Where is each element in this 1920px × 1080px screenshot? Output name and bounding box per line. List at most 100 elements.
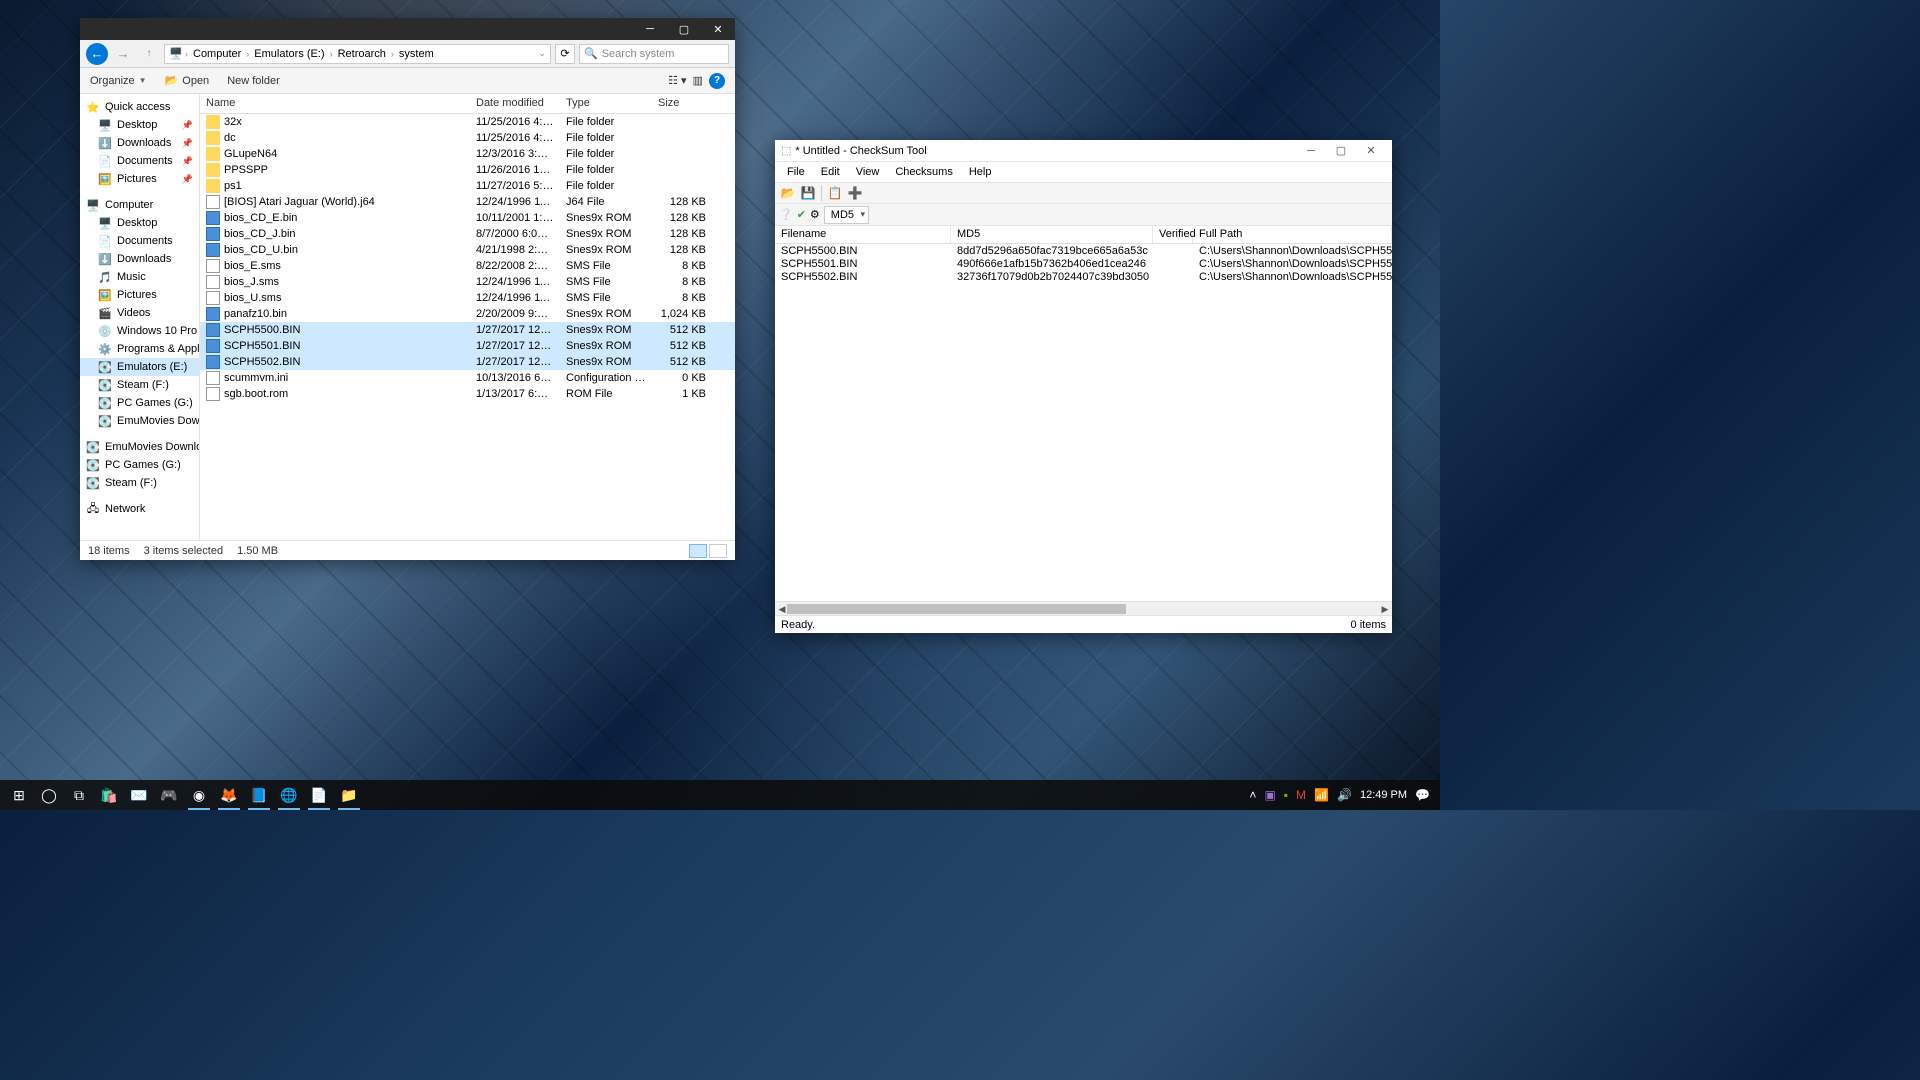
scroll-right-icon[interactable]: ▶ (1378, 602, 1392, 616)
file-row[interactable]: bios_J.sms12/24/1996 11:32 ...SMS File8 … (200, 274, 735, 290)
nav-item[interactable]: 🖥️Computer (80, 196, 199, 214)
nav-item[interactable]: 💽EmuMovies Downlo (80, 412, 199, 430)
maximize-button[interactable]: ▢ (1326, 141, 1356, 161)
close-button[interactable]: ✕ (1356, 141, 1386, 161)
cortana-button[interactable]: ◯ (34, 780, 64, 810)
nav-item[interactable]: 💽EmuMovies Downloa (80, 438, 199, 456)
forward-button[interactable]: → (112, 43, 134, 65)
checksum-row[interactable]: SCPH5500.BIN8dd7d5296a650fac7319bce665a6… (775, 244, 1392, 257)
back-button[interactable]: ← (86, 43, 108, 65)
file-row[interactable]: ps111/27/2016 5:45 PMFile folder (200, 178, 735, 194)
scroll-thumb[interactable] (787, 604, 1126, 614)
explorer-titlebar[interactable]: ─ ▢ ✕ (80, 18, 735, 40)
file-row[interactable]: GLupeN6412/3/2016 3:00 AMFile folder (200, 146, 735, 162)
tray-nvidia-icon[interactable]: ▪ (1284, 788, 1288, 802)
steam-icon[interactable]: ◉ (184, 780, 214, 810)
checksum-list[interactable]: Filename MD5 Verified Full Path SCPH5500… (775, 226, 1392, 601)
nav-item[interactable]: 🖥️Desktop📌 (80, 116, 199, 134)
notifications-icon[interactable]: 💬 (1415, 788, 1430, 802)
open-icon[interactable]: 📂 (779, 184, 797, 202)
chrome-icon[interactable]: 🌐 (274, 780, 304, 810)
breadcrumb-seg[interactable]: Emulators (E:) (251, 48, 327, 60)
check-icon[interactable]: ✔ (797, 208, 806, 221)
tray-chevron-icon[interactable]: ˄ (1249, 788, 1256, 802)
tray-gmail-icon[interactable]: M (1296, 788, 1306, 802)
help-button[interactable]: ? (709, 73, 725, 89)
save-icon[interactable]: 💾 (799, 184, 817, 202)
xbox-icon[interactable]: 🎮 (154, 780, 184, 810)
file-row[interactable]: bios_E.sms8/22/2008 2:30 AMSMS File8 KB (200, 258, 735, 274)
file-row[interactable]: bios_CD_E.bin10/11/2001 1:22 PMSnes9x RO… (200, 210, 735, 226)
breadcrumb-seg[interactable]: Computer (190, 48, 244, 60)
question-icon[interactable]: ❔ (779, 208, 793, 221)
col-verified[interactable]: Verified (1153, 226, 1193, 243)
nav-item[interactable]: 💽PC Games (G:) (80, 456, 199, 474)
nav-item[interactable]: 💿Windows 10 Pro 64- (80, 322, 199, 340)
file-row[interactable]: bios_U.sms12/24/1996 11:32 ...SMS File8 … (200, 290, 735, 306)
hash-select[interactable]: MD5 (824, 206, 869, 224)
organize-menu[interactable]: Organize ▼ (90, 75, 147, 87)
nav-item[interactable]: ⭐Quick access (80, 98, 199, 116)
gear-icon[interactable]: ⚙ (810, 208, 820, 221)
menu-edit[interactable]: Edit (813, 164, 848, 180)
firefox-icon[interactable]: 🦊 (214, 780, 244, 810)
nav-item[interactable]: 🖼️Pictures📌 (80, 170, 199, 188)
search-input[interactable]: 🔍Search system (579, 44, 729, 64)
nav-item[interactable]: 💽PC Games (G:) (80, 394, 199, 412)
new-folder-button[interactable]: New folder (227, 75, 280, 87)
preview-icon[interactable]: ▥ (693, 74, 703, 87)
minimize-button[interactable]: ─ (633, 18, 667, 40)
nav-item[interactable]: ⬇️Downloads📌 (80, 134, 199, 152)
open-button[interactable]: 📂Open (165, 74, 210, 87)
file-row[interactable]: SCPH5501.BIN1/27/2017 12:39 PMSnes9x ROM… (200, 338, 735, 354)
col-type[interactable]: Type (560, 94, 652, 113)
checksum-row[interactable]: SCPH5501.BIN490f666e1afb15b7362b406ed1ce… (775, 257, 1392, 270)
breadcrumb-seg[interactable]: Retroarch (335, 48, 389, 60)
nav-item[interactable]: ⚙️Programs & Applica (80, 340, 199, 358)
copy-icon[interactable]: 📋 (826, 184, 844, 202)
menu-checksums[interactable]: Checksums (887, 164, 960, 180)
file-row[interactable]: 32x11/25/2016 4:38 PMFile folder (200, 114, 735, 130)
taskbar[interactable]: ⊞ ◯ ⧉ 🛍️ ✉️ 🎮 ◉ 🦊 📘 🌐 📄 📁 ˄ ▣ ▪ M 📶 🔊 12… (0, 780, 1440, 810)
nav-item[interactable]: 📄Documents📌 (80, 152, 199, 170)
icons-view-button[interactable] (709, 544, 727, 558)
menu-file[interactable]: File (779, 164, 813, 180)
view-icon[interactable]: ☷ ▾ (668, 74, 686, 87)
col-md5[interactable]: MD5 (951, 226, 1153, 243)
nav-item[interactable]: 💽Emulators (E:) (80, 358, 199, 376)
nav-item[interactable]: 🖼️Pictures (80, 286, 199, 304)
checksum-columns[interactable]: Filename MD5 Verified Full Path (775, 226, 1392, 244)
menu-help[interactable]: Help (961, 164, 1000, 180)
file-row[interactable]: sgb.boot.rom1/13/2017 6:54 PMROM File1 K… (200, 386, 735, 402)
file-row[interactable]: SCPH5502.BIN1/27/2017 12:39 PMSnes9x ROM… (200, 354, 735, 370)
nav-item[interactable]: ⬇️Downloads (80, 250, 199, 268)
start-button[interactable]: ⊞ (4, 780, 34, 810)
nav-item[interactable]: 🎬Videos (80, 304, 199, 322)
file-row[interactable]: bios_CD_J.bin8/7/2000 6:06 PMSnes9x ROM1… (200, 226, 735, 242)
system-tray[interactable]: ˄ ▣ ▪ M 📶 🔊 12:49 PM 💬 (1249, 788, 1436, 802)
tray-volume-icon[interactable]: 🔊 (1337, 788, 1352, 802)
tray-app-icon[interactable]: ▣ (1264, 788, 1275, 802)
add-icon[interactable]: ➕ (846, 184, 864, 202)
explorer-taskbar-icon[interactable]: 📁 (334, 780, 364, 810)
task-view-button[interactable]: ⧉ (64, 780, 94, 810)
file-row[interactable]: SCPH5500.BIN1/27/2017 12:39 PMSnes9x ROM… (200, 322, 735, 338)
nav-item[interactable]: 🖥️Desktop (80, 214, 199, 232)
col-filename[interactable]: Filename (775, 226, 951, 243)
file-row[interactable]: PPSSPP11/26/2016 12:27 ...File folder (200, 162, 735, 178)
nav-item[interactable]: 💽Steam (F:) (80, 376, 199, 394)
word-icon[interactable]: 📘 (244, 780, 274, 810)
app-icon[interactable]: 📄 (304, 780, 334, 810)
file-row[interactable]: dc11/25/2016 4:38 PMFile folder (200, 130, 735, 146)
tray-network-icon[interactable]: 📶 (1314, 788, 1329, 802)
store-icon[interactable]: 🛍️ (94, 780, 124, 810)
nav-item[interactable]: 📄Documents (80, 232, 199, 250)
maximize-button[interactable]: ▢ (667, 18, 701, 40)
file-row[interactable]: scummvm.ini10/13/2016 6:17 AMConfigurati… (200, 370, 735, 386)
menu-view[interactable]: View (848, 164, 888, 180)
file-row[interactable]: panafz10.bin2/20/2009 9:31 AMSnes9x ROM1… (200, 306, 735, 322)
mail-icon[interactable]: ✉️ (124, 780, 154, 810)
breadcrumb[interactable]: 🖥️ ›Computer ›Emulators (E:) ›Retroarch … (164, 44, 551, 64)
file-row[interactable]: [BIOS] Atari Jaguar (World).j6412/24/199… (200, 194, 735, 210)
refresh-button[interactable]: ⟳ (555, 44, 575, 64)
